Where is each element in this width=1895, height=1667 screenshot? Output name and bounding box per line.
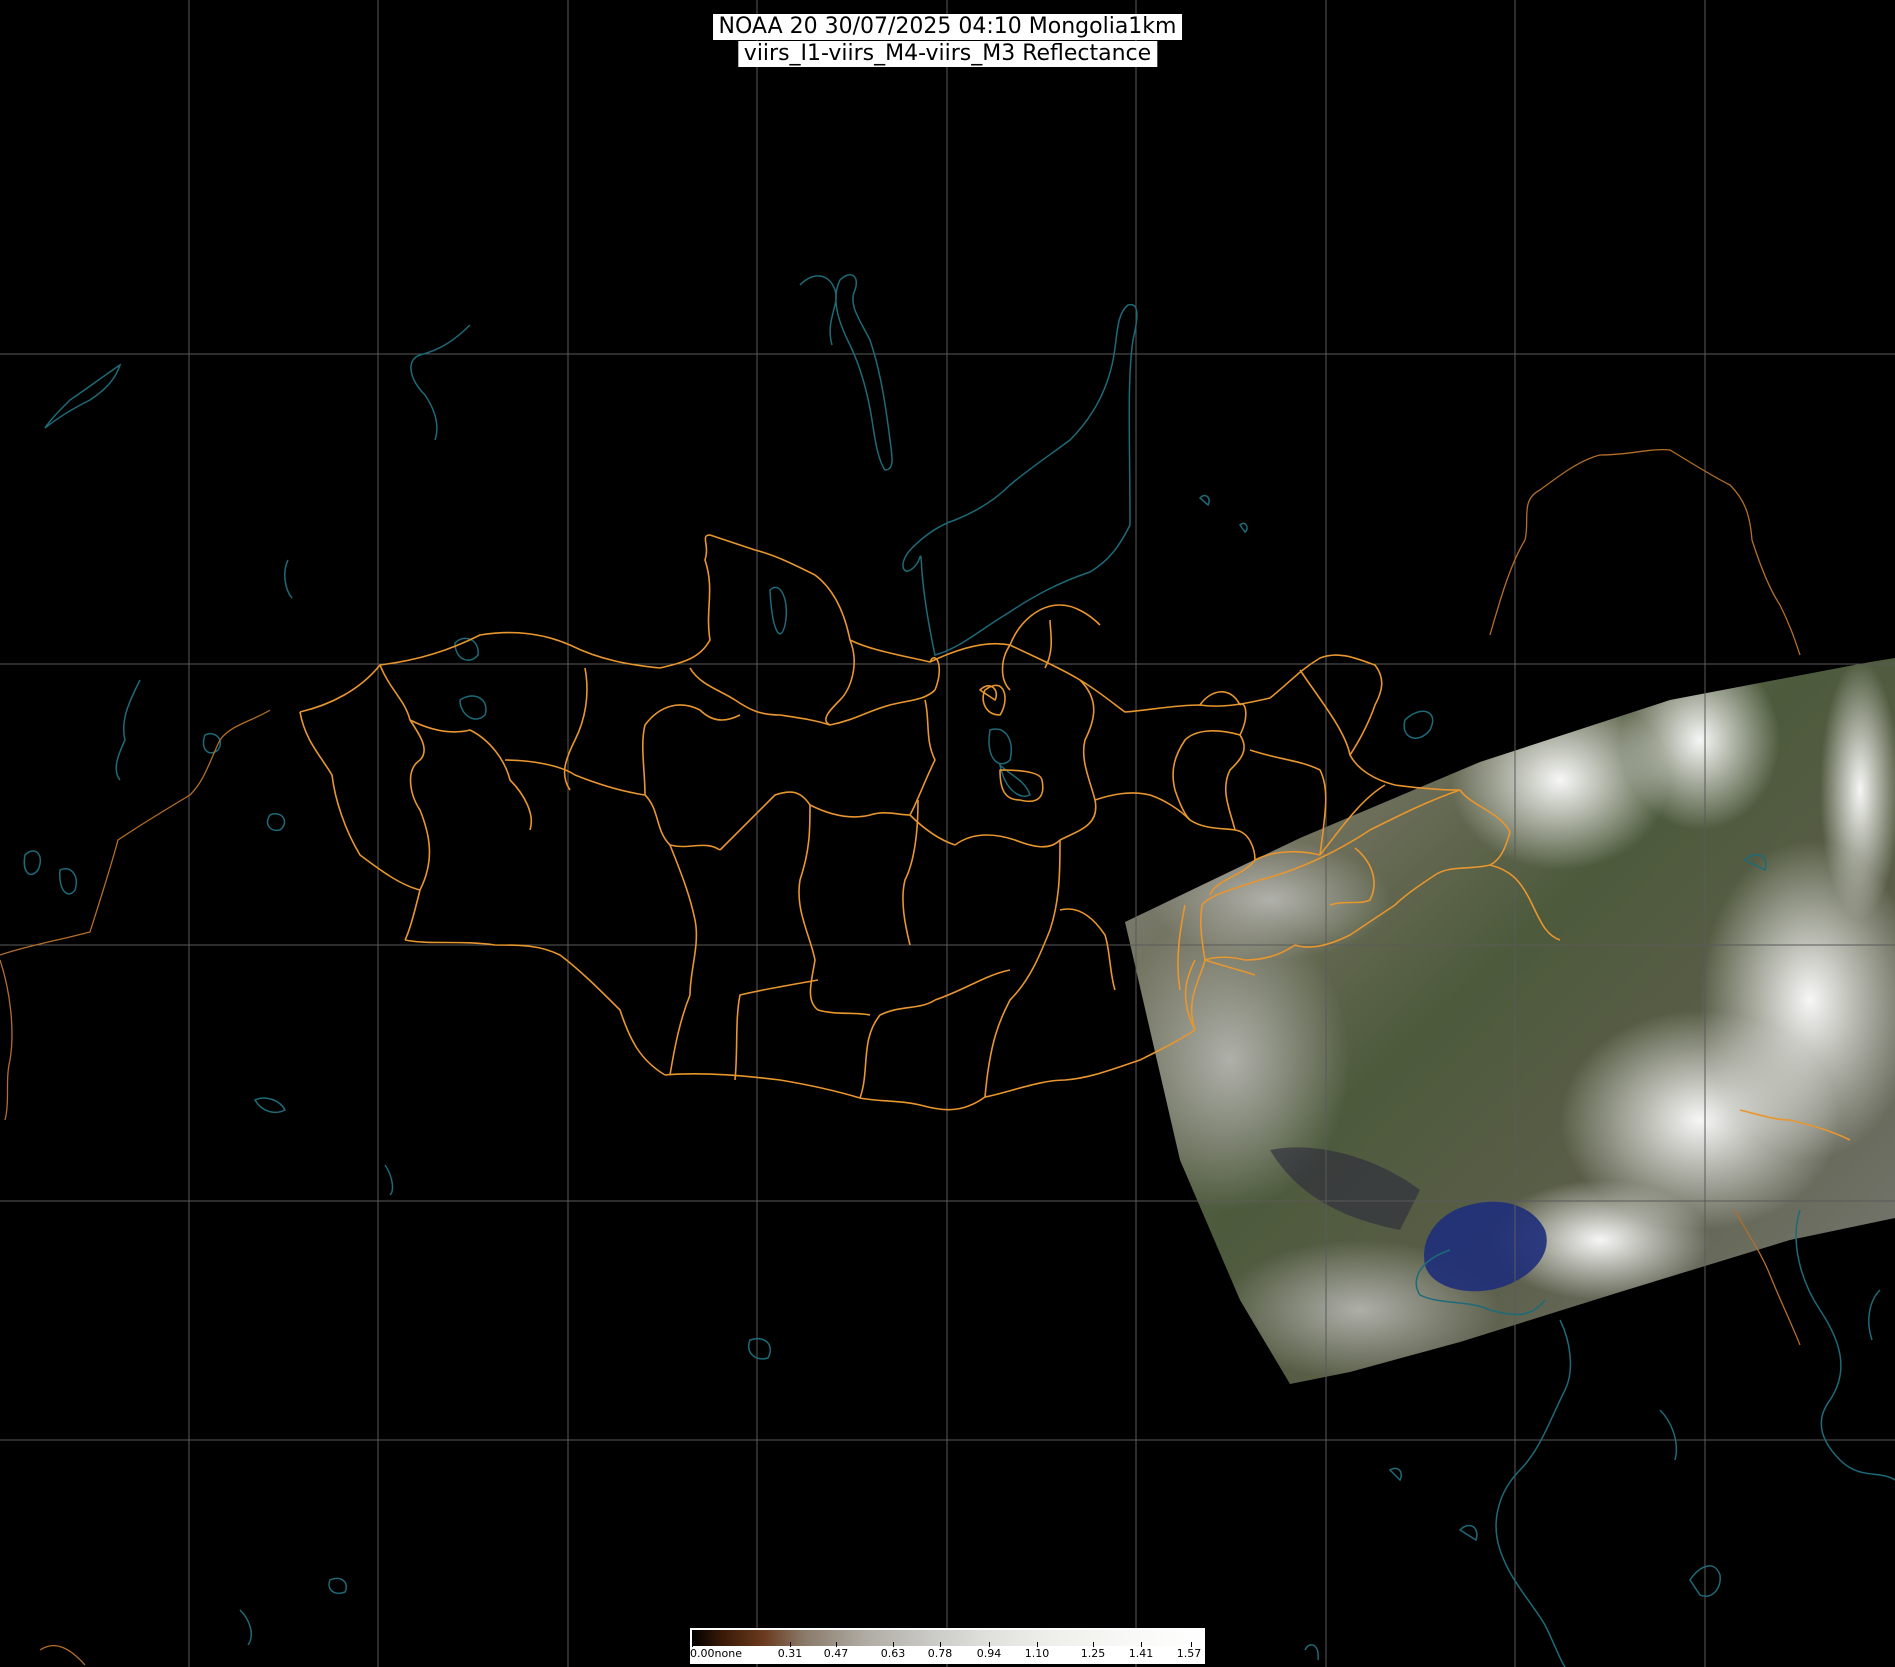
colorbar-label-4: 0.78 [927,1647,953,1660]
colorbar-label-8: 1.41 [1128,1647,1154,1660]
colorbar: 0.00none 0.31 0.47 0.63 0.78 0.94 1.10 1… [690,1628,1205,1664]
colorbar-label-7: 1.25 [1080,1647,1106,1660]
title-line-2: viirs_I1-viirs_M4-viirs_M3 Reflectance [737,41,1158,67]
title-line-1: NOAA 20 30/07/2025 04:10 Mongolia1km [712,14,1183,40]
colorbar-gradient [692,1630,1203,1646]
colorbar-label-5: 0.94 [976,1647,1002,1660]
colorbar-label-0: 0.00none [690,1647,742,1660]
colorbar-label-3: 0.63 [880,1647,906,1660]
colorbar-label-9: 1.57 [1176,1647,1202,1660]
colorbar-label-1: 0.31 [777,1647,803,1660]
colorbar-label-2: 0.47 [823,1647,849,1660]
colorbar-label-6: 1.10 [1024,1647,1050,1660]
satellite-map [0,0,1895,1667]
satellite-swath [1125,658,1895,1384]
